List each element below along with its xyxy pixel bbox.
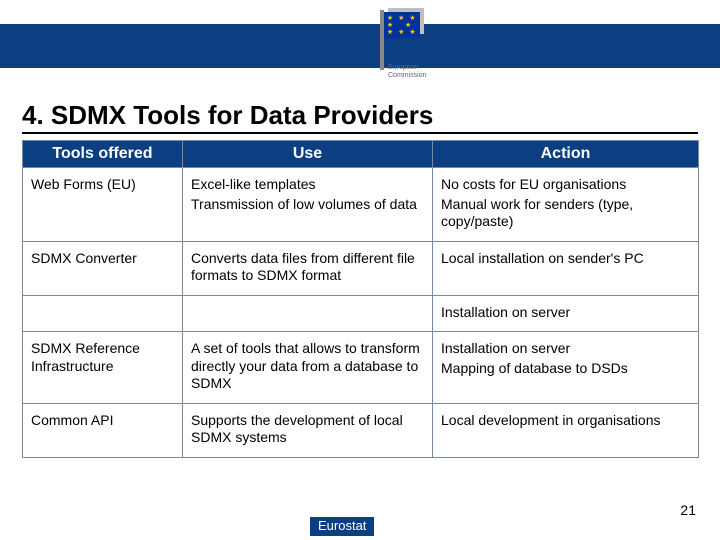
cell-action: Installation on serverMapping of databas… [433, 332, 699, 404]
eu-flag-icon: ★ ★ ★★ ★★ ★ ★ [384, 12, 420, 38]
cell-action: No costs for EU organisationsManual work… [433, 168, 699, 242]
page-number: 21 [680, 502, 696, 518]
cell-action: Installation on server [433, 295, 699, 332]
col-use: Use [183, 141, 433, 168]
ec-logo: ★ ★ ★★ ★★ ★ ★ European Commission [336, 8, 428, 86]
cell-tool-name: Common API [23, 403, 183, 457]
table-row: SDMX Reference InfrastructureA set of to… [23, 332, 699, 404]
table-row: SDMX ConverterConverts data files from d… [23, 241, 699, 295]
cell-tool-name [23, 295, 183, 332]
slide-title: 4. SDMX Tools for Data Providers [22, 100, 433, 131]
table-row: Installation on server [23, 295, 699, 332]
cell-tool-name: Web Forms (EU) [23, 168, 183, 242]
table-body: Web Forms (EU)Excel-like templatesTransm… [23, 168, 699, 458]
tools-table: Tools offered Use Action Web Forms (EU)E… [22, 140, 699, 458]
cell-use: Excel-like templatesTransmission of low … [183, 168, 433, 242]
cell-tool-name: SDMX Converter [23, 241, 183, 295]
footer-eurostat: Eurostat [310, 517, 374, 536]
cell-action: Local installation on sender's PC [433, 241, 699, 295]
col-tools: Tools offered [23, 141, 183, 168]
logo-caption: European Commission [388, 64, 427, 79]
col-action: Action [433, 141, 699, 168]
title-underline [22, 132, 698, 134]
cell-tool-name: SDMX Reference Infrastructure [23, 332, 183, 404]
cell-use [183, 295, 433, 332]
table-row: Web Forms (EU)Excel-like templatesTransm… [23, 168, 699, 242]
cell-use: A set of tools that allows to transform … [183, 332, 433, 404]
table-header-row: Tools offered Use Action [23, 141, 699, 168]
cell-use: Supports the development of local SDMX s… [183, 403, 433, 457]
cell-use: Converts data files from different file … [183, 241, 433, 295]
table-row: Common APISupports the development of lo… [23, 403, 699, 457]
cell-action: Local development in organisations [433, 403, 699, 457]
